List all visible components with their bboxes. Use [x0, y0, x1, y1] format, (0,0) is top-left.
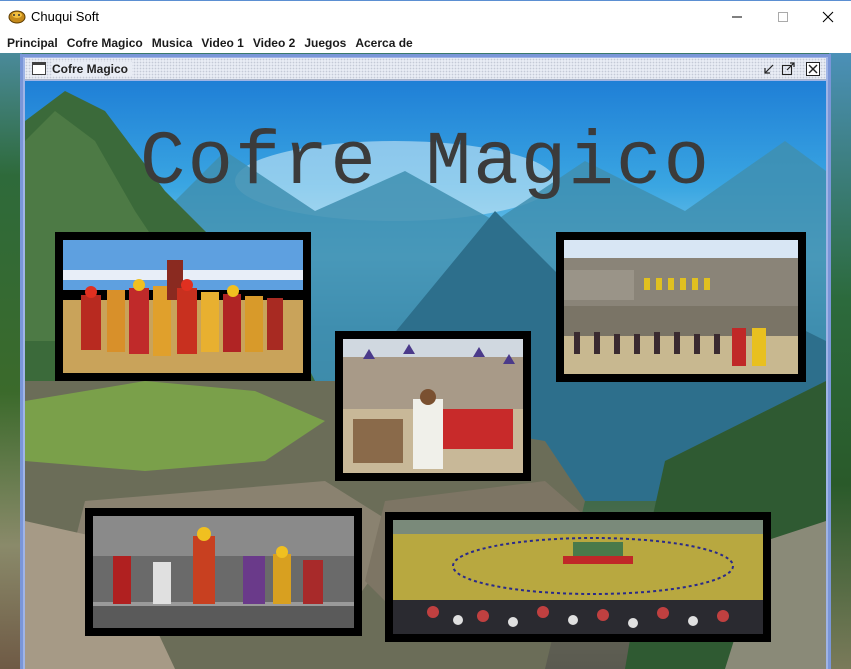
menu-juegos[interactable]: Juegos [300, 33, 350, 52]
minimize-icon[interactable] [714, 1, 760, 32]
menu-musica[interactable]: Musica [148, 33, 197, 52]
desktop-background-right [829, 53, 851, 669]
page-title: Cofre Magico [139, 120, 712, 206]
close-icon[interactable] [805, 1, 851, 32]
menu-video-2[interactable]: Video 2 [249, 33, 299, 52]
app-logo-icon [8, 8, 26, 24]
internal-frame-titlebar[interactable]: Cofre Magico [25, 58, 826, 80]
content-pane: Cofre Magico [25, 81, 826, 669]
photo-festival-field [385, 512, 771, 642]
photo-ritual-priest [335, 331, 531, 481]
window-titlebar: Chuqui Soft [0, 0, 851, 32]
maximize-icon[interactable] [760, 1, 806, 32]
photo-inca-dancers [85, 508, 362, 636]
photo-ruins-ceremony [556, 232, 806, 382]
menu-video-1[interactable]: Video 1 [197, 33, 247, 52]
menubar: Principal Cofre Magico Musica Video 1 Vi… [0, 32, 851, 53]
frame-window-icon [32, 62, 46, 75]
photo-inca-procession [55, 232, 311, 381]
close-icon[interactable] [805, 61, 821, 77]
maximize-icon[interactable] [780, 61, 796, 77]
iconify-icon[interactable] [761, 61, 777, 77]
menu-acerca-de[interactable]: Acerca de [351, 33, 416, 52]
menu-principal[interactable]: Principal [3, 33, 62, 52]
desktop-background-left [0, 53, 22, 669]
window-title: Chuqui Soft [31, 9, 99, 24]
internal-frame-title: Cofre Magico [52, 62, 133, 76]
menu-cofre-magico[interactable]: Cofre Magico [63, 33, 147, 52]
